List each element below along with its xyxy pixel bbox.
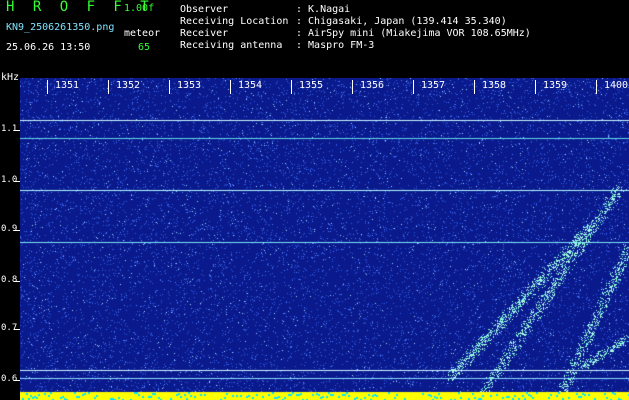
x-tick-label: 1352 [116,80,141,91]
x-tick-label: 1400 [604,80,629,91]
info-observer-label: Observer [180,4,229,15]
x-tick-mark [108,80,109,94]
y-tick-mark [14,329,20,330]
meteor-label: meteor [124,28,161,39]
info-observer-value: : K.Nagai [296,4,351,15]
x-tick-mark [474,80,475,94]
capture-datetime: 25.06.26 13:50 [6,42,91,53]
x-tick-label: 1359 [543,80,568,91]
y-tick-mark [14,230,20,231]
y-tick-label: 0.7 [1,323,18,333]
y-tick-label: 0.9 [1,224,18,234]
y-tick-mark [14,130,20,131]
info-antenna-label: Receiving antenna [180,40,283,51]
x-tick-label: 1353 [177,80,202,91]
y-tick-label: 0.6 [1,374,18,384]
image-filename: KN9_2506261350.png [6,22,115,33]
x-tick-label: 1355 [299,80,324,91]
y-tick-label: 1.1 [1,124,18,134]
x-tick-mark [596,80,597,94]
x-tick-label: 1351 [55,80,80,91]
app-version: 1.00f [124,3,155,14]
x-tick-mark [169,80,170,94]
info-location-value: : Chigasaki, Japan (139.414 35.340) [296,16,507,27]
y-axis-unit: kHz [1,72,20,83]
hrofft-window: H R O F F T 1.00f KN9_2506261350.png 25.… [0,0,629,400]
x-tick-label: 1354 [238,80,263,91]
info-location-label: Receiving Location [180,16,289,27]
x-tick-mark [352,80,353,94]
x-tick-label: 1358 [482,80,507,91]
spectrogram-plot [20,78,629,400]
x-tick-mark [230,80,231,94]
info-receiver-value: : AirSpy mini (Miakejima VOR 108.65MHz) [296,28,531,39]
info-antenna-value: : Maspro FM-3 [296,40,375,51]
info-receiver-label: Receiver [180,28,229,39]
y-tick-mark [14,380,20,381]
y-tick-mark [14,181,20,182]
x-tick-label: 1357 [421,80,446,91]
y-tick-label: 1.0 [1,175,18,185]
x-tick-mark [47,80,48,94]
x-tick-label: 1356 [360,80,385,91]
y-tick-mark [14,281,20,282]
x-tick-mark [291,80,292,94]
meteor-count: 65 [138,42,151,53]
y-tick-label: 0.8 [1,275,18,285]
x-tick-mark [413,80,414,94]
x-tick-mark [535,80,536,94]
